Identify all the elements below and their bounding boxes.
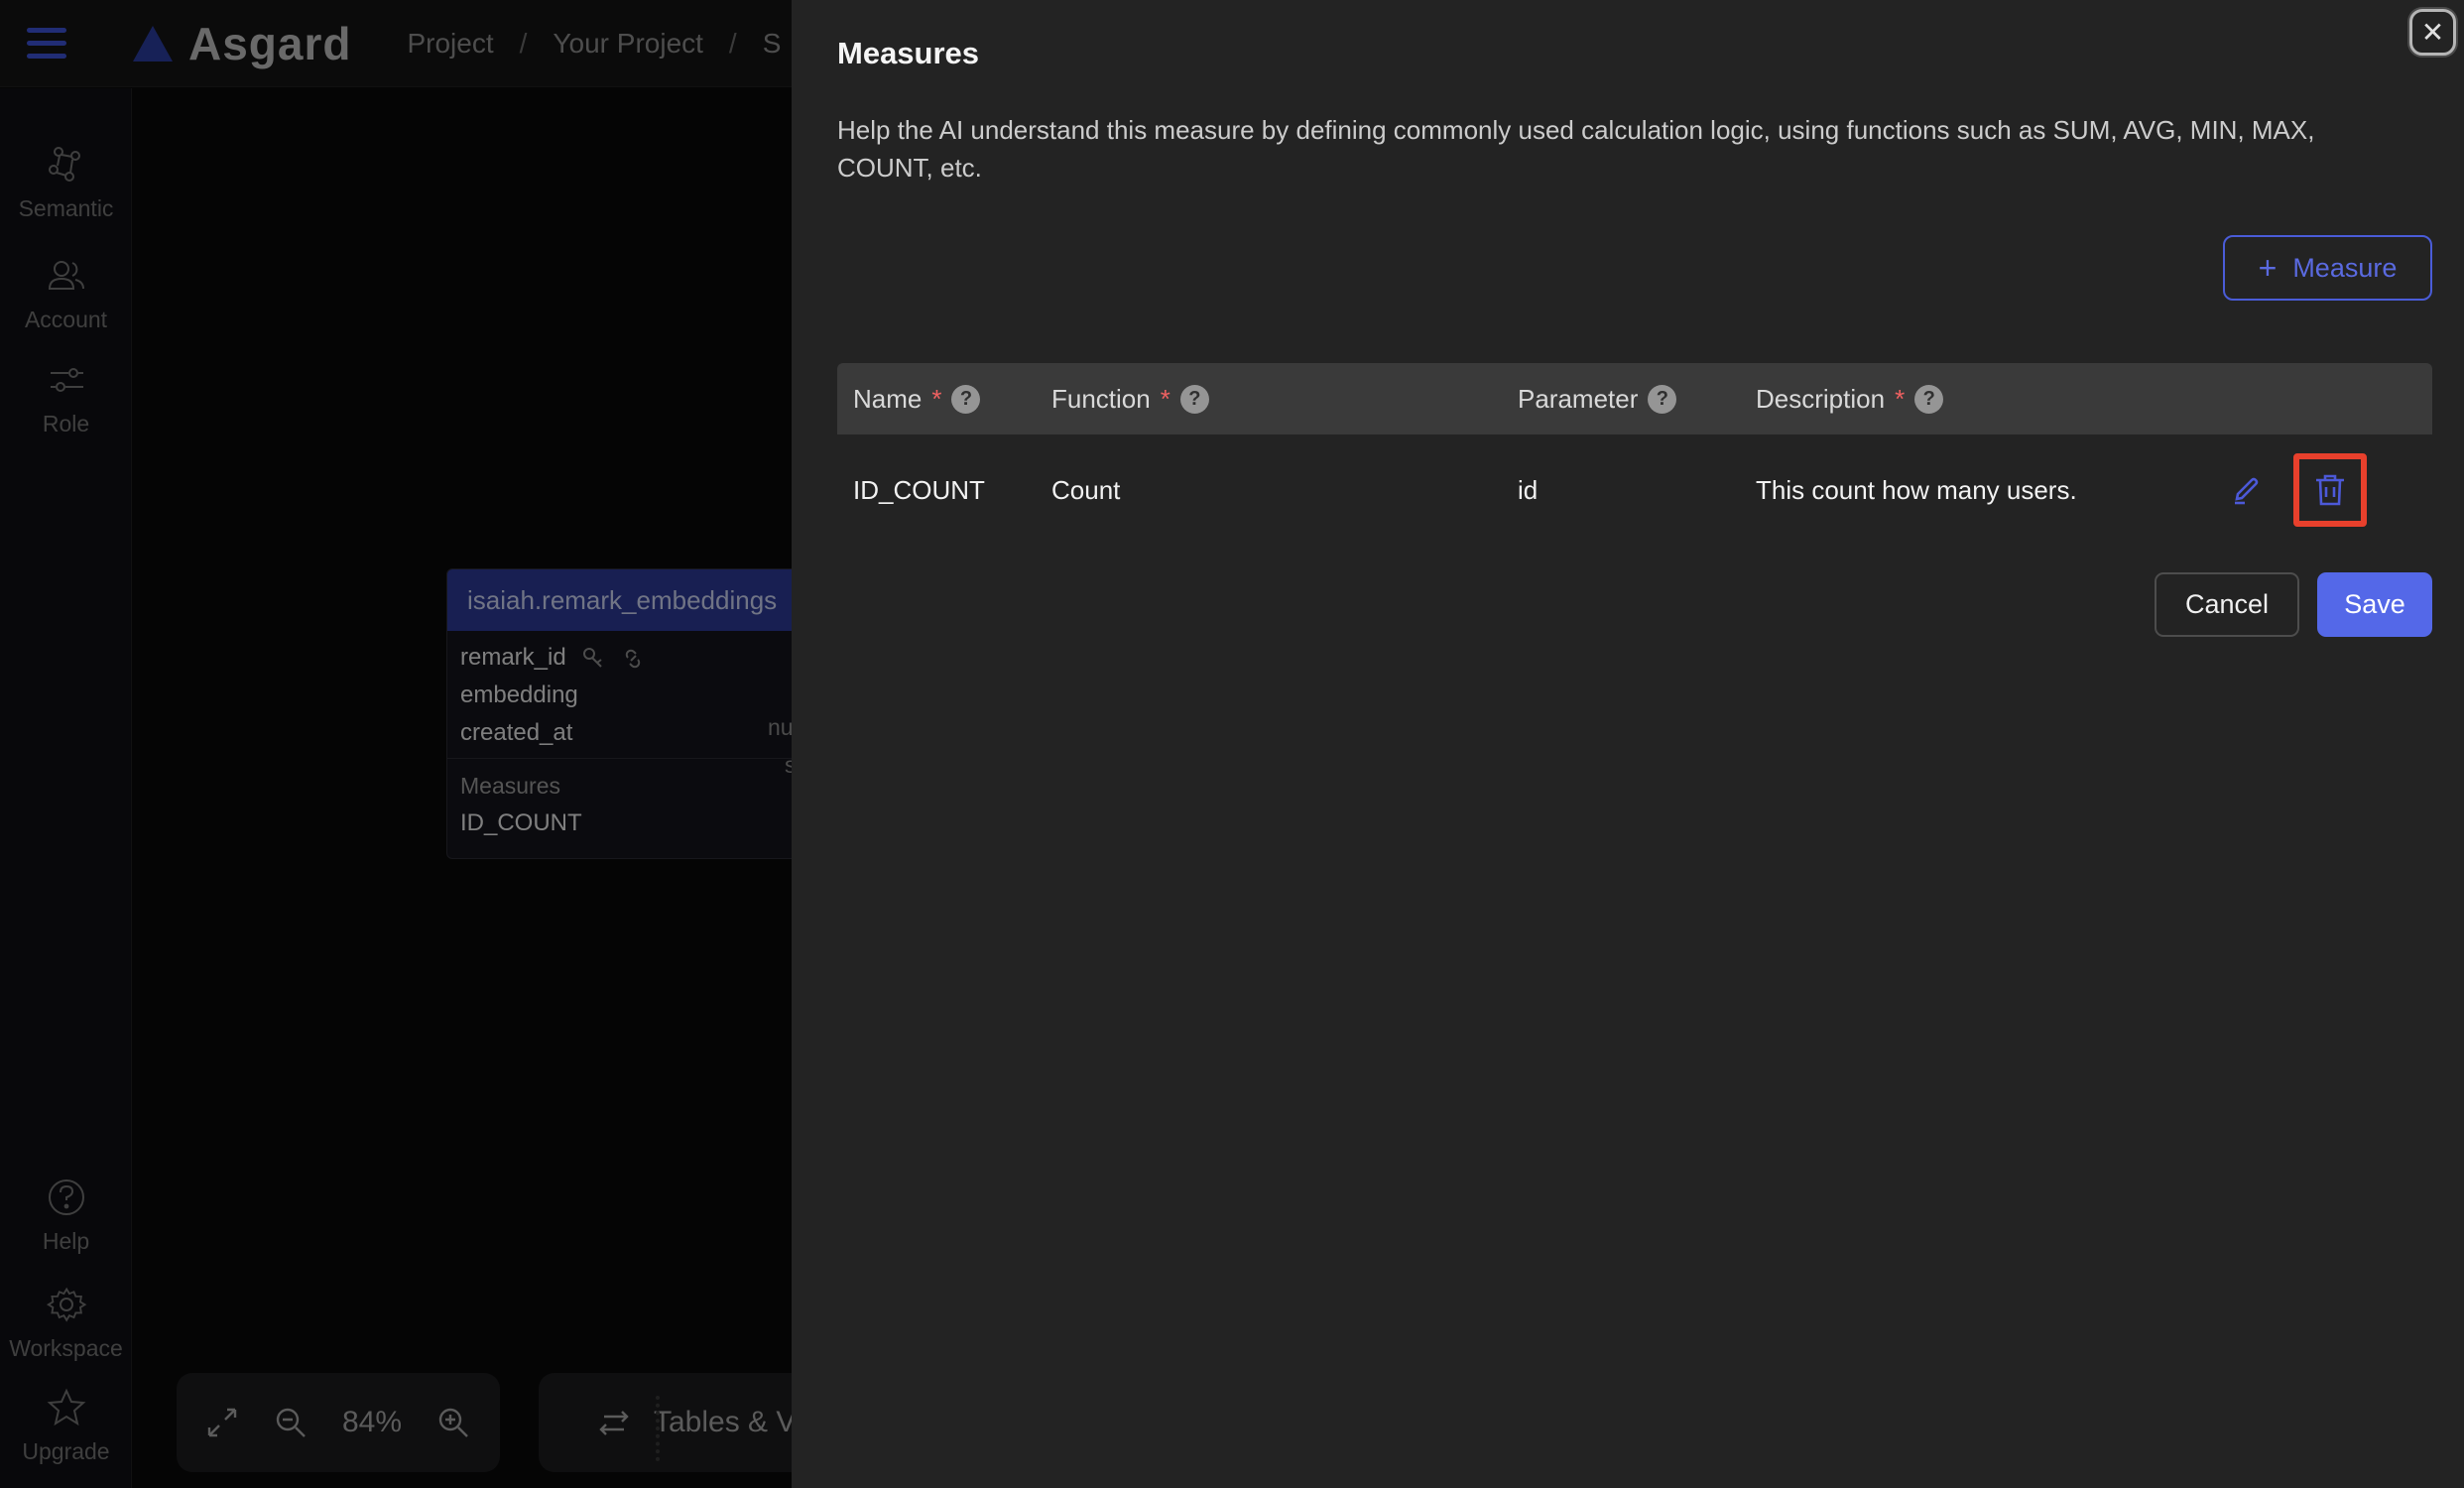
header-cell-name: Name * ? xyxy=(837,384,1036,415)
measures-drawer: ✕ Measures Help the AI understand this m… xyxy=(792,0,2464,1488)
cell-measure-description: This count how many users. xyxy=(1740,475,2224,506)
help-icon[interactable]: ? xyxy=(1648,385,1676,414)
trash-icon xyxy=(2312,471,2348,509)
header-label: Parameter xyxy=(1518,384,1638,415)
edit-pencil-icon xyxy=(2228,473,2262,507)
header-label: Function xyxy=(1051,384,1151,415)
annotation-highlight-box xyxy=(2293,453,2367,527)
cell-measure-name: ID_COUNT xyxy=(837,475,1036,506)
edit-measure-button[interactable] xyxy=(2228,473,2262,507)
cell-actions xyxy=(2224,453,2432,527)
required-star: * xyxy=(1161,384,1170,415)
header-cell-function: Function * ? xyxy=(1036,384,1502,415)
help-icon[interactable]: ? xyxy=(1180,385,1209,414)
required-star: * xyxy=(931,384,941,415)
header-cell-parameter: Parameter ? xyxy=(1502,384,1740,415)
header-label: Description xyxy=(1756,384,1885,415)
help-icon[interactable]: ? xyxy=(1914,385,1943,414)
add-measure-button[interactable]: + Measure xyxy=(2223,235,2432,301)
app-root: Asgard Project / Your Project / S Semant… xyxy=(0,0,2464,1488)
add-measure-label: Measure xyxy=(2292,253,2397,284)
header-label: Name xyxy=(853,384,922,415)
measure-table-row: ID_COUNT Count id This count how many us… xyxy=(837,434,2432,546)
drawer-footer: Cancel Save xyxy=(2155,572,2432,637)
plus-icon: + xyxy=(2259,252,2278,284)
measures-table-header: Name * ? Function * ? Parameter ? Descri… xyxy=(837,363,2432,434)
drawer-title: Measures xyxy=(837,36,979,71)
cancel-button[interactable]: Cancel xyxy=(2155,572,2299,637)
cell-measure-parameter: id xyxy=(1502,475,1740,506)
close-icon[interactable]: ✕ xyxy=(2409,9,2456,56)
help-icon[interactable]: ? xyxy=(951,385,980,414)
cell-measure-function: Count xyxy=(1036,475,1502,506)
header-cell-description: Description * ? xyxy=(1740,384,2224,415)
drawer-description: Help the AI understand this measure by d… xyxy=(837,111,2370,186)
required-star: * xyxy=(1895,384,1905,415)
measures-table: Name * ? Function * ? Parameter ? Descri… xyxy=(837,363,2432,546)
save-button[interactable]: Save xyxy=(2317,572,2432,637)
delete-measure-button[interactable] xyxy=(2312,471,2348,509)
